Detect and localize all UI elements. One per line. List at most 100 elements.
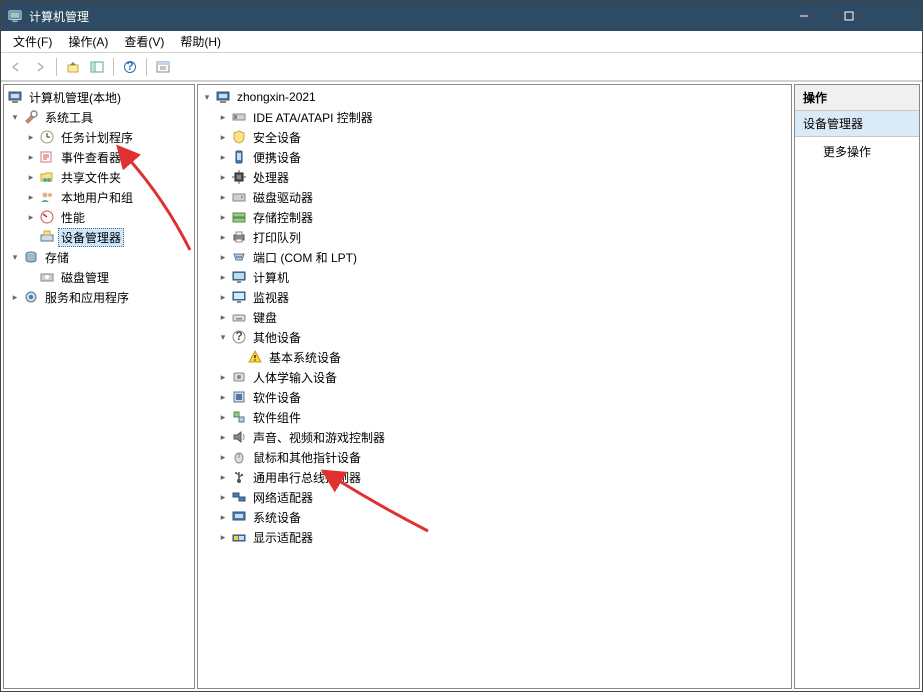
help-button[interactable]: ?: [119, 56, 141, 78]
dev-root[interactable]: ▾zhongxin-2021: [198, 87, 791, 107]
dev-printq[interactable]: ▸打印队列: [198, 227, 791, 247]
dev-ports[interactable]: ▸端口 (COM 和 LPT): [198, 247, 791, 267]
tree-tasksched[interactable]: ▸任务计划程序: [4, 127, 194, 147]
monitor-icon: [231, 269, 247, 285]
dev-ide[interactable]: ▸IDE ATA/ATAPI 控制器: [198, 107, 791, 127]
computer-icon: [7, 89, 23, 105]
expand-icon[interactable]: ▸: [216, 172, 230, 183]
expand-icon[interactable]: ▸: [216, 492, 230, 503]
dev-softdev[interactable]: ▸软件设备: [198, 387, 791, 407]
dev-display[interactable]: ▸显示适配器: [198, 527, 791, 547]
expand-icon[interactable]: ▸: [216, 472, 230, 483]
shield-icon: [231, 129, 247, 145]
expand-icon[interactable]: ▸: [8, 292, 22, 303]
dev-mouse[interactable]: ▸鼠标和其他指针设备: [198, 447, 791, 467]
tree-services[interactable]: ▸服务和应用程序: [4, 287, 194, 307]
tree-root[interactable]: 计算机管理(本地): [4, 87, 194, 107]
tree-diskmgmt[interactable]: 磁盘管理: [4, 267, 194, 287]
dev-basesys[interactable]: 基本系统设备: [198, 347, 791, 367]
dev-netadapter[interactable]: ▸网络适配器: [198, 487, 791, 507]
services-icon: [23, 289, 39, 305]
tree-storage[interactable]: ▾存储: [4, 247, 194, 267]
devmgr-icon: [39, 229, 55, 245]
expand-icon[interactable]: ▸: [216, 112, 230, 123]
tree-localusers[interactable]: ▸本地用户和组: [4, 187, 194, 207]
maximize-button[interactable]: [826, 1, 871, 31]
dev-keyboard[interactable]: ▸键盘: [198, 307, 791, 327]
expand-icon[interactable]: ▸: [216, 232, 230, 243]
dev-monitor[interactable]: ▸监视器: [198, 287, 791, 307]
menu-action[interactable]: 操作(A): [60, 31, 116, 52]
dev-security[interactable]: ▸安全设备: [198, 127, 791, 147]
expand-icon[interactable]: ▸: [216, 452, 230, 463]
dev-storagectl[interactable]: ▸存储控制器: [198, 207, 791, 227]
collapse-icon[interactable]: ▾: [8, 112, 22, 123]
disk-icon: [231, 189, 247, 205]
expand-icon[interactable]: ▸: [24, 192, 38, 203]
collapse-icon[interactable]: ▾: [200, 92, 214, 103]
tree-perf[interactable]: ▸性能: [4, 207, 194, 227]
ide-icon: [231, 109, 247, 125]
right-pane: 操作 设备管理器 更多操作: [794, 84, 920, 689]
expand-icon[interactable]: ▸: [216, 392, 230, 403]
minimize-button[interactable]: [781, 1, 826, 31]
expand-icon[interactable]: ▸: [216, 312, 230, 323]
dev-other[interactable]: ▾?其他设备: [198, 327, 791, 347]
menu-help[interactable]: 帮助(H): [172, 31, 229, 52]
actions-current[interactable]: 设备管理器: [795, 111, 919, 137]
storage-icon: [23, 249, 39, 265]
dev-cpu[interactable]: ▸处理器: [198, 167, 791, 187]
computer-icon: [215, 89, 231, 105]
expand-icon[interactable]: ▸: [24, 132, 38, 143]
expand-icon[interactable]: ▸: [216, 372, 230, 383]
up-button[interactable]: [62, 56, 84, 78]
console-tree[interactable]: 计算机管理(本地) ▾系统工具 ▸任务计划程序 ▸事件查看器 ▸共享文件夹 ▸本…: [4, 85, 194, 309]
expand-icon[interactable]: ▸: [24, 212, 38, 223]
dev-audio[interactable]: ▸声音、视频和游戏控制器: [198, 427, 791, 447]
show-hide-tree-button[interactable]: [86, 56, 108, 78]
disk-icon: [39, 269, 55, 285]
collapse-icon[interactable]: ▾: [216, 332, 230, 343]
expand-icon[interactable]: ▸: [216, 532, 230, 543]
perf-icon: [39, 209, 55, 225]
folder-shared-icon: [39, 169, 55, 185]
expand-icon[interactable]: ▸: [24, 152, 38, 163]
dev-usb[interactable]: ▸通用串行总线控制器: [198, 467, 791, 487]
network-icon: [231, 489, 247, 505]
expand-icon[interactable]: ▸: [216, 272, 230, 283]
device-tree[interactable]: ▾zhongxin-2021 ▸IDE ATA/ATAPI 控制器 ▸安全设备 …: [198, 85, 791, 549]
tree-devmgr[interactable]: 设备管理器: [4, 227, 194, 247]
menu-file[interactable]: 文件(F): [5, 31, 60, 52]
expand-icon[interactable]: ▸: [216, 192, 230, 203]
dev-computer[interactable]: ▸计算机: [198, 267, 791, 287]
expand-icon[interactable]: ▸: [216, 432, 230, 443]
display-icon: [231, 529, 247, 545]
dev-sysdev[interactable]: ▸系统设备: [198, 507, 791, 527]
speaker-icon: [231, 429, 247, 445]
software-icon: [231, 389, 247, 405]
dev-diskdrive[interactable]: ▸磁盘驱动器: [198, 187, 791, 207]
expand-icon[interactable]: ▸: [216, 132, 230, 143]
dev-portable[interactable]: ▸便携设备: [198, 147, 791, 167]
dev-softcomp[interactable]: ▸软件组件: [198, 407, 791, 427]
collapse-icon[interactable]: ▾: [8, 252, 22, 263]
dev-hid[interactable]: ▸人体学输入设备: [198, 367, 791, 387]
expand-icon[interactable]: ▸: [216, 252, 230, 263]
menu-view[interactable]: 查看(V): [116, 31, 172, 52]
expand-icon[interactable]: ▸: [216, 292, 230, 303]
usb-icon: [231, 469, 247, 485]
expand-icon[interactable]: ▸: [24, 172, 38, 183]
tree-eventviewer[interactable]: ▸事件查看器: [4, 147, 194, 167]
tree-systools[interactable]: ▾系统工具: [4, 107, 194, 127]
view-button[interactable]: [152, 56, 174, 78]
component-icon: [231, 409, 247, 425]
expand-icon[interactable]: ▸: [216, 212, 230, 223]
users-icon: [39, 189, 55, 205]
expand-icon[interactable]: ▸: [216, 152, 230, 163]
expand-icon[interactable]: ▸: [216, 412, 230, 423]
expand-icon[interactable]: ▸: [216, 512, 230, 523]
tree-shared[interactable]: ▸共享文件夹: [4, 167, 194, 187]
compmgmt-window: 计算机管理 文件(F) 操作(A) 查看(V) 帮助(H) ? 计算机管理(本地…: [0, 0, 923, 692]
actions-more[interactable]: 更多操作: [795, 137, 919, 164]
forward-button: [29, 56, 51, 78]
